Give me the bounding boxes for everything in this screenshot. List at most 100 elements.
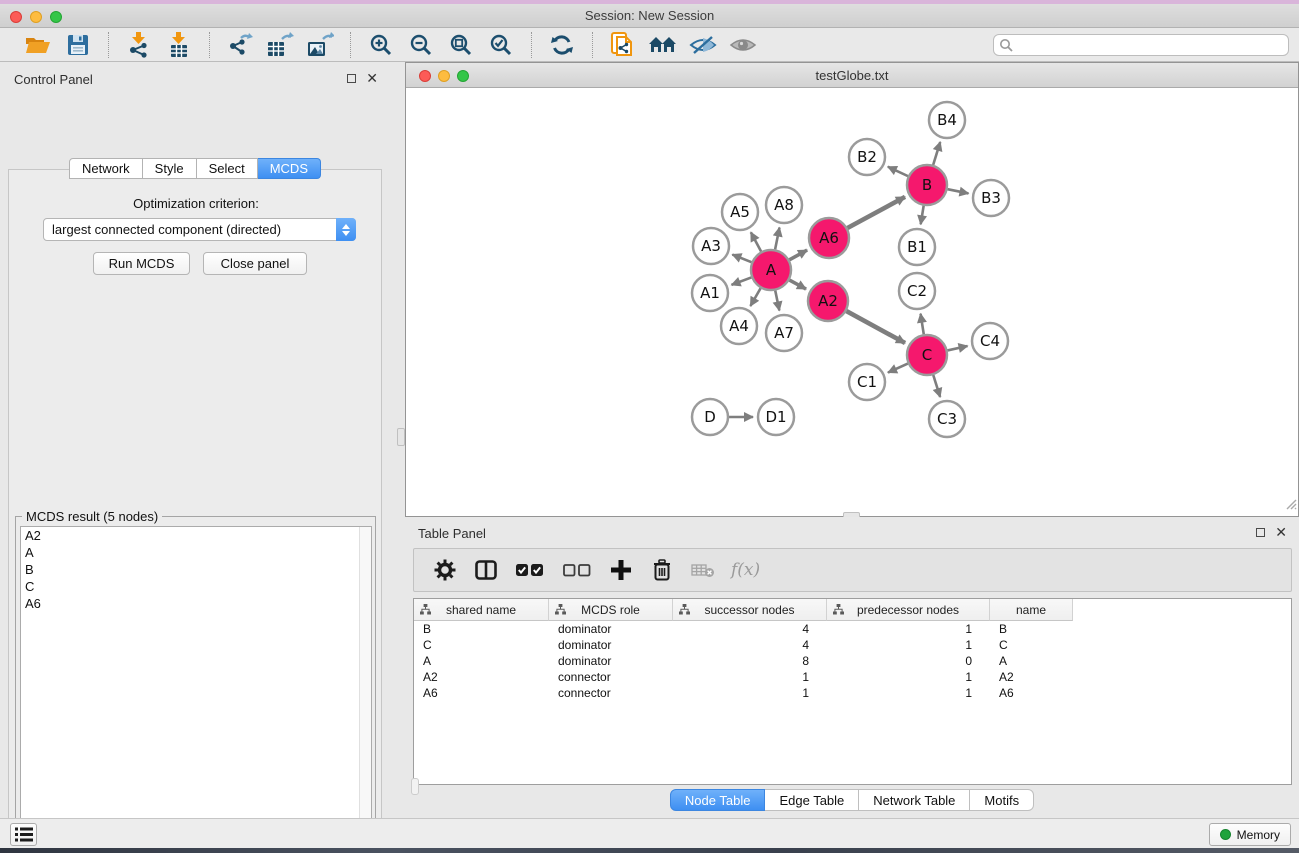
graph-node-C1[interactable]: C1: [849, 364, 885, 400]
list-item[interactable]: A6: [21, 595, 371, 612]
close-table-panel-icon[interactable]: ✕: [1275, 527, 1287, 537]
tab-motifs[interactable]: Motifs: [970, 789, 1034, 811]
delete-rows-trash-icon[interactable]: [649, 557, 675, 583]
task-history-button[interactable]: [10, 823, 37, 846]
show-all-icon[interactable]: [727, 31, 759, 59]
save-session-icon[interactable]: [62, 31, 94, 59]
graph-node-C3[interactable]: C3: [929, 401, 965, 437]
float-table-panel-icon[interactable]: [1256, 528, 1265, 537]
resize-grip[interactable]: [1283, 496, 1297, 515]
zoom-in-icon[interactable]: [365, 31, 397, 59]
import-table-icon[interactable]: [163, 31, 195, 59]
graph-node-B4[interactable]: B4: [929, 102, 965, 138]
zoom-fit-icon[interactable]: [445, 31, 477, 59]
zoom-selected-icon[interactable]: [485, 31, 517, 59]
table-row[interactable]: A2connector11A2: [414, 669, 1291, 685]
select-all-checkboxes-icon[interactable]: [514, 557, 546, 583]
table-row[interactable]: Bdominator41B: [414, 621, 1291, 637]
list-item[interactable]: A: [21, 544, 371, 561]
tab-select[interactable]: Select: [197, 158, 258, 179]
graph-edge-A-A4[interactable]: [750, 288, 760, 306]
tab-edge-table[interactable]: Edge Table: [765, 789, 859, 811]
list-item[interactable]: A2: [21, 527, 371, 544]
graph-edge-B-B4[interactable]: [933, 142, 940, 165]
tab-mcds[interactable]: MCDS: [258, 158, 321, 179]
list-item[interactable]: C: [21, 578, 371, 595]
refresh-layout-icon[interactable]: [546, 31, 578, 59]
graph-edge-A-A3[interactable]: [732, 255, 751, 263]
add-row-plus-icon[interactable]: [608, 557, 634, 583]
graph-edge-C-C4[interactable]: [947, 346, 967, 350]
graph-edge-A6-B[interactable]: [847, 197, 905, 228]
graph-edge-A-A2[interactable]: [789, 280, 806, 289]
graph-node-A2[interactable]: A2: [808, 281, 848, 321]
open-file-icon[interactable]: [22, 31, 54, 59]
first-neighbors-icon[interactable]: [647, 31, 679, 59]
graph-node-C4[interactable]: C4: [972, 323, 1008, 359]
graph-edge-A-A7[interactable]: [775, 291, 779, 311]
graph-edge-C-C3[interactable]: [933, 375, 940, 397]
graph-edge-A2-C[interactable]: [846, 311, 905, 343]
graph-edge-A-A6[interactable]: [789, 250, 807, 260]
graph-node-D[interactable]: D: [692, 399, 728, 435]
graph-node-A5[interactable]: A5: [722, 194, 758, 230]
import-network-icon[interactable]: [123, 31, 155, 59]
table-scrollbar-stub[interactable]: [411, 778, 419, 795]
graph-edge-B-B3[interactable]: [948, 189, 969, 193]
graph-edge-A-A1[interactable]: [732, 277, 752, 284]
tab-network-table[interactable]: Network Table: [859, 789, 970, 811]
search-input[interactable]: [993, 34, 1289, 56]
graph-node-B1[interactable]: B1: [899, 229, 935, 265]
column-header-mcds-role[interactable]: MCDS role: [549, 599, 673, 621]
close-panel-button[interactable]: Close panel: [203, 252, 307, 275]
table-row[interactable]: A6connector11A6: [414, 685, 1291, 701]
tab-node-table[interactable]: Node Table: [670, 789, 766, 811]
graph-edge-B-B2[interactable]: [888, 167, 908, 176]
memory-button[interactable]: Memory: [1209, 823, 1291, 846]
column-header-predecessor-nodes[interactable]: predecessor nodes: [827, 599, 990, 621]
optimization-criterion-dropdown[interactable]: largest connected component (directed): [43, 218, 356, 241]
network-canvas[interactable]: A A1 A2 A3 A4 A5 A6 A7 A8 B B1 B2 B3 B4 C C1 C2 C3 C4 D D1: [406, 88, 1298, 512]
close-panel-icon[interactable]: ✕: [366, 73, 378, 83]
tab-style[interactable]: Style: [143, 158, 197, 179]
graph-edge-B-B1[interactable]: [921, 206, 924, 225]
column-header-shared-name[interactable]: shared name: [414, 599, 549, 621]
table-row[interactable]: Adominator80A: [414, 653, 1291, 669]
graph-node-A6[interactable]: A6: [809, 218, 849, 258]
list-scrollbar[interactable]: [359, 527, 371, 853]
new-network-from-selection-icon[interactable]: [607, 31, 639, 59]
export-image-icon[interactable]: [304, 31, 336, 59]
hide-selected-icon[interactable]: [687, 31, 719, 59]
graph-node-B[interactable]: B: [907, 165, 947, 205]
show-columns-icon[interactable]: [473, 557, 499, 583]
graph-node-A[interactable]: A: [751, 250, 791, 290]
list-item[interactable]: B: [21, 561, 371, 578]
graph-node-C2[interactable]: C2: [899, 273, 935, 309]
graph-node-A7[interactable]: A7: [766, 315, 802, 351]
graph-node-B3[interactable]: B3: [973, 180, 1009, 216]
toolbar-separator: [350, 32, 351, 58]
column-header-name[interactable]: name: [990, 599, 1073, 621]
graph-node-A8[interactable]: A8: [766, 187, 802, 223]
deselect-all-checkboxes-icon[interactable]: [561, 557, 593, 583]
graph-node-A1[interactable]: A1: [692, 275, 728, 311]
float-panel-icon[interactable]: [347, 74, 356, 83]
column-header-successor-nodes[interactable]: successor nodes: [673, 599, 827, 621]
graph-node-D1[interactable]: D1: [758, 399, 794, 435]
graph-node-C[interactable]: C: [907, 335, 947, 375]
zoom-out-icon[interactable]: [405, 31, 437, 59]
graph-edge-A-A5[interactable]: [751, 232, 761, 251]
graph-node-A4[interactable]: A4: [721, 308, 757, 344]
table-row[interactable]: Cdominator41C: [414, 637, 1291, 653]
splitter-handle-vertical[interactable]: [397, 428, 405, 446]
graph-edge-C-C2[interactable]: [921, 314, 924, 335]
graph-node-B2[interactable]: B2: [849, 139, 885, 175]
table-settings-gear-icon[interactable]: [432, 557, 458, 583]
run-mcds-button[interactable]: Run MCDS: [93, 252, 190, 275]
tab-network[interactable]: Network: [69, 158, 143, 179]
export-table-icon[interactable]: [264, 31, 296, 59]
graph-node-A3[interactable]: A3: [693, 228, 729, 264]
graph-edge-C-C1[interactable]: [888, 364, 908, 373]
graph-edge-A-A8[interactable]: [775, 228, 779, 250]
export-network-icon[interactable]: [224, 31, 256, 59]
